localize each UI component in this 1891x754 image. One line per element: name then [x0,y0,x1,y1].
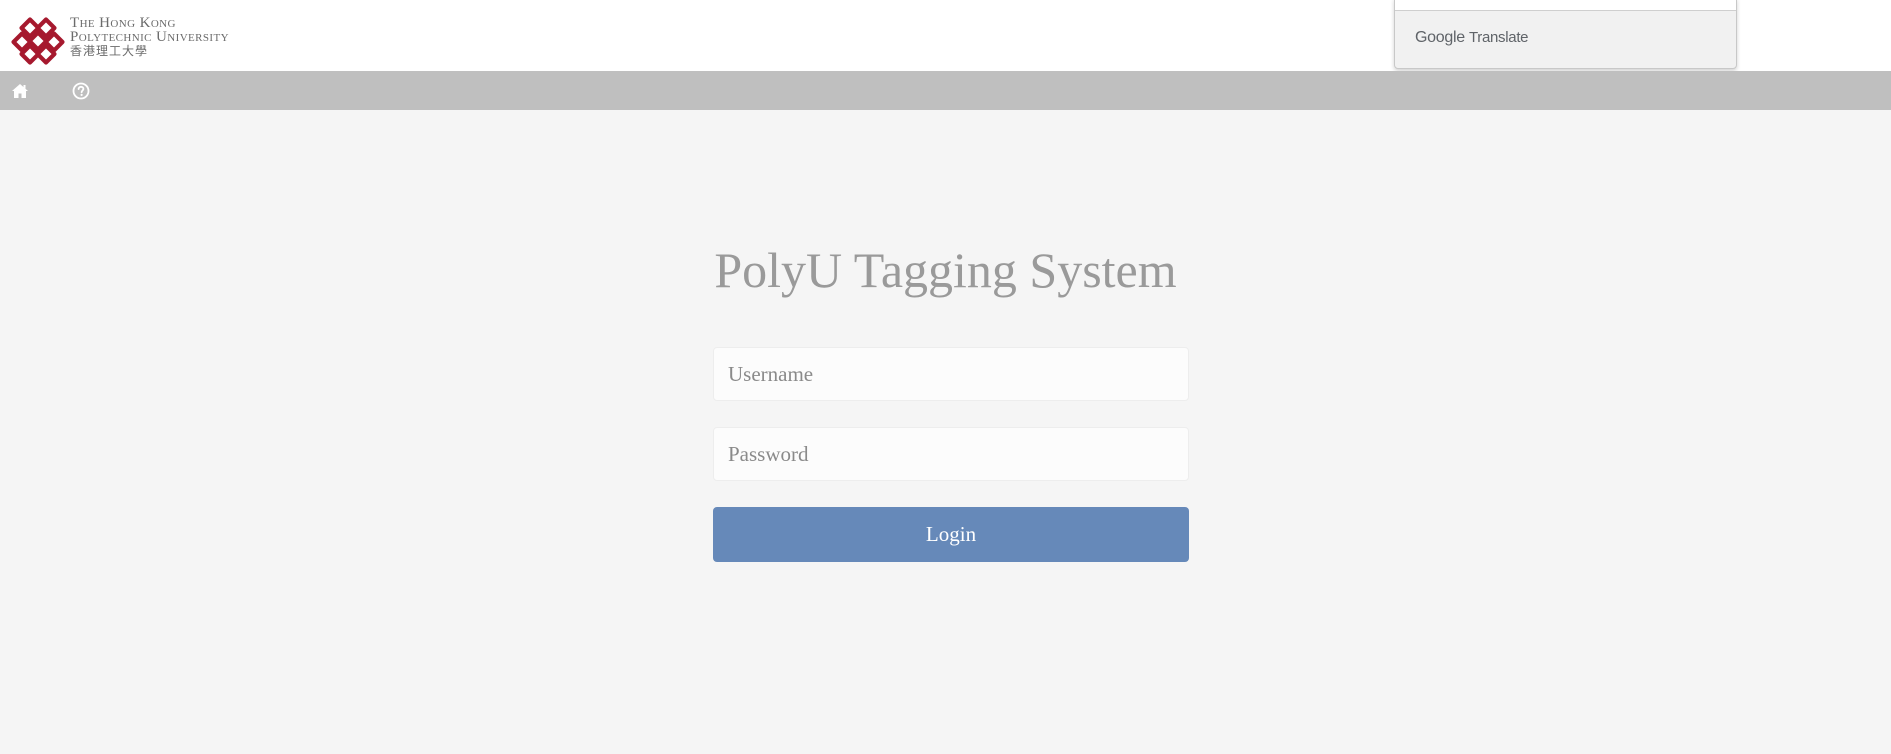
help-icon[interactable] [71,81,91,101]
login-main: PolyU Tagging System Login [0,110,1891,754]
logo-line-english-1: The Hong Kong [70,15,176,31]
username-input[interactable] [713,347,1189,401]
login-button[interactable]: Login [713,507,1189,562]
google-translate-widget[interactable]: Google Translate [1394,0,1737,69]
logo-text: The Hong Kong Polytechnic University 香港理… [70,15,229,59]
navbar [0,71,1891,110]
translate-brand-google: Google [1415,29,1465,46]
polyu-logo[interactable]: The Hong Kong Polytechnic University 香港理… [9,15,299,65]
translate-brand-translate: Translate [1468,29,1529,46]
header: The Hong Kong Polytechnic University 香港理… [0,0,1891,71]
password-input[interactable] [713,427,1189,481]
translate-brand: Google Translate [1415,29,1529,47]
logo-line-english-2: Polytechnic University [70,29,229,45]
polyu-logo-mark-icon [11,17,65,65]
logo-line-chinese: 香港理工大學 [70,44,149,58]
translate-widget-top [1395,0,1736,11]
page-title: PolyU Tagging System [714,242,1177,298]
home-icon[interactable] [10,81,30,101]
